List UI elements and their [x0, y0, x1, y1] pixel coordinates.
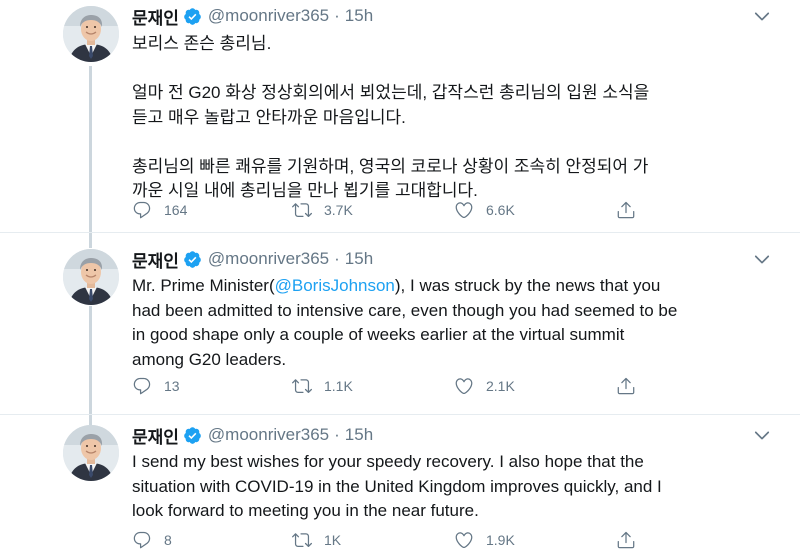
avatar[interactable]: [63, 249, 119, 305]
tweet-header: 문재인 @moonriver365 · 15h: [132, 247, 373, 271]
tweet-thread: 문재인 @moonriver365 · 15h 보리스 존슨 총리님. 얼마 전…: [0, 0, 800, 551]
tweet-timestamp[interactable]: 15h: [345, 6, 373, 26]
tweet[interactable]: 문재인 @moonriver365 · 15h Mr. Prime Minist…: [0, 232, 800, 414]
reply-button[interactable]: 164: [132, 198, 187, 222]
tweet-header: 문재인 @moonriver365 · 15h: [132, 4, 373, 28]
share-button[interactable]: [616, 198, 636, 222]
tweet-timestamp[interactable]: 15h: [345, 425, 373, 445]
separator-dot: ·: [334, 425, 340, 444]
author-name[interactable]: 문재인: [132, 247, 179, 272]
tweet-text: I send my best wishes for your speedy re…: [132, 450, 752, 524]
share-upload-icon: [616, 530, 636, 550]
heart-icon: [454, 376, 474, 396]
retweet-icon: [292, 200, 312, 220]
avatar[interactable]: [63, 6, 119, 62]
reply-count: 164: [164, 202, 188, 218]
tweet-header: 문재인 @moonriver365 · 15h: [132, 423, 373, 447]
verified-badge-icon: [183, 7, 202, 26]
chevron-down-icon[interactable]: [752, 6, 772, 26]
mention-link[interactable]: @BorisJohnson: [275, 276, 395, 295]
tweet-text-segment: ), I was struck by the news that you: [394, 276, 661, 295]
retweet-button[interactable]: 1K: [292, 528, 341, 551]
share-button[interactable]: [616, 528, 636, 551]
separator-dot: ·: [334, 249, 340, 268]
reply-button[interactable]: 13: [132, 374, 180, 398]
reply-count: 8: [164, 532, 172, 548]
retweet-icon: [292, 376, 312, 396]
tweet-text-line: had been admitted to intensive care, eve…: [132, 300, 678, 320]
tweet-text-line: 보리스 존슨 총리님.: [132, 34, 272, 53]
like-count: 6.6K: [486, 202, 515, 218]
avatar[interactable]: [63, 425, 119, 481]
share-upload-icon: [616, 200, 636, 220]
tweet-text-line: in good shape only a couple of weeks ear…: [132, 325, 625, 344]
verified-badge-icon: [183, 426, 202, 445]
tweet-text-line: 듣고 매우 놀랍고 안타까운 마음입니다.: [132, 107, 406, 127]
tweet-text: 보리스 존슨 총리님. 얼마 전 G20 화상 정상회의에서 뵈었는데, 갑작스…: [132, 32, 752, 204]
retweet-count: 3.7K: [324, 202, 353, 218]
like-button[interactable]: 2.1K: [454, 374, 515, 398]
tweet-text-line: Mr. Prime Minister(@BorisJohnson), I was…: [132, 274, 752, 299]
retweet-button[interactable]: 1.1K: [292, 374, 353, 398]
reply-bubble-icon: [132, 530, 152, 550]
retweet-count: 1.1K: [324, 378, 353, 394]
tweet-text-line: look forward to meeting you in the near …: [132, 501, 479, 520]
author-handle[interactable]: @moonriver365: [208, 425, 329, 445]
author-handle[interactable]: @moonriver365: [208, 6, 329, 26]
like-button[interactable]: 1.9K: [454, 528, 515, 551]
tweet[interactable]: 문재인 @moonriver365 · 15h I send my best w…: [0, 414, 800, 551]
tweet-text-line: I send my best wishes for your speedy re…: [132, 452, 644, 471]
reply-count: 13: [164, 378, 180, 394]
tweet-text-line: 총리님의 빠른 쾌유를 기원하며, 영국의 코로나 상황이 조속히 안정되어 가: [132, 156, 649, 176]
verified-badge-icon: [183, 250, 202, 269]
reply-button[interactable]: 8: [132, 528, 172, 551]
like-button[interactable]: 6.6K: [454, 198, 515, 222]
author-name[interactable]: 문재인: [132, 4, 179, 29]
share-upload-icon: [616, 376, 636, 396]
reply-bubble-icon: [132, 200, 152, 220]
share-button[interactable]: [616, 374, 636, 398]
tweet-actions: 13 1.1K 2.1K: [132, 374, 652, 398]
chevron-down-icon[interactable]: [752, 425, 772, 445]
tweet-timestamp[interactable]: 15h: [345, 249, 373, 269]
separator-dot: ·: [334, 6, 340, 25]
like-count: 2.1K: [486, 378, 515, 394]
avatar-image: [63, 249, 119, 305]
tweet-text: Mr. Prime Minister(@BorisJohnson), I was…: [132, 274, 752, 372]
reply-bubble-icon: [132, 376, 152, 396]
tweet-text-line: 얼마 전 G20 화상 정상회의에서 뵈었는데, 갑작스런 총리님의 입원 소식…: [132, 83, 650, 102]
heart-icon: [454, 200, 474, 220]
tweet[interactable]: 문재인 @moonriver365 · 15h 보리스 존슨 총리님. 얼마 전…: [0, 0, 800, 232]
tweet-actions: 164 3.7K 6.6K: [132, 198, 652, 222]
tweet-text-segment: Mr. Prime Minister(: [132, 276, 275, 295]
avatar-image: [63, 425, 119, 481]
chevron-down-icon[interactable]: [752, 249, 772, 269]
tweet-text-line: situation with COVID-19 in the United Ki…: [132, 476, 662, 496]
heart-icon: [454, 530, 474, 550]
retweet-button[interactable]: 3.7K: [292, 198, 353, 222]
author-handle[interactable]: @moonriver365: [208, 249, 329, 269]
avatar-image: [63, 6, 119, 62]
tweet-text-line: among G20 leaders.: [132, 349, 287, 369]
author-name[interactable]: 문재인: [132, 423, 179, 448]
retweet-icon: [292, 530, 312, 550]
tweet-actions: 8 1K 1.9K: [132, 528, 652, 551]
retweet-count: 1K: [324, 532, 342, 548]
like-count: 1.9K: [486, 532, 515, 548]
